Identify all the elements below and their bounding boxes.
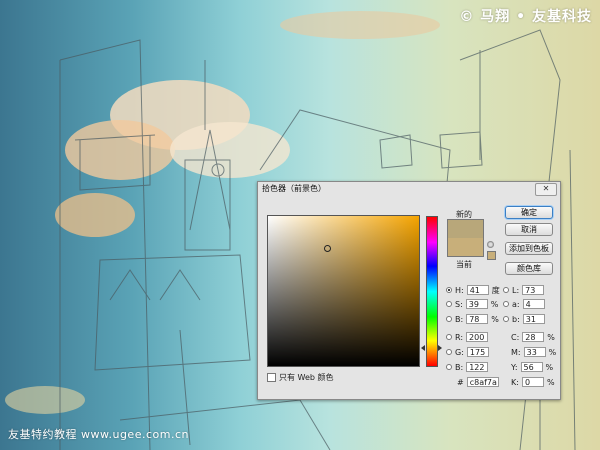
green-input[interactable]: 175: [466, 347, 489, 357]
cyan-unit: %: [547, 332, 555, 342]
blue-label: B:: [455, 362, 464, 372]
brightness-radio[interactable]: [446, 316, 452, 322]
color-preview: [447, 219, 484, 257]
black-label: K:: [511, 377, 519, 387]
brightness-row: B: 78 %: [446, 313, 499, 325]
cyan-input[interactable]: 28: [522, 332, 545, 342]
color-field-marker[interactable]: [324, 245, 331, 252]
red-label: R:: [455, 332, 464, 342]
saturation-label: S:: [455, 299, 463, 309]
lab-b-radio[interactable]: [503, 316, 509, 322]
saturation-row: S: 39 %: [446, 298, 498, 310]
hue-row: H: 41 度: [446, 284, 500, 296]
watermark-bottom: 友基特约教程 www.ugee.com.cn: [8, 428, 189, 441]
saturation-unit: %: [490, 299, 499, 309]
lab-l-radio[interactable]: [503, 287, 509, 293]
black-unit: %: [546, 377, 555, 387]
saturation-input[interactable]: 39: [465, 299, 488, 309]
blue-radio[interactable]: [446, 364, 452, 370]
brightness-input[interactable]: 78: [466, 314, 489, 324]
lab-b-input[interactable]: 31: [522, 314, 545, 324]
lab-a-radio[interactable]: [503, 301, 509, 307]
cyan-label: C:: [511, 332, 520, 342]
green-label: G:: [455, 347, 464, 357]
hex-input[interactable]: c8af7a: [466, 377, 499, 387]
lab-l-label: L:: [512, 285, 520, 295]
magenta-input[interactable]: 33: [523, 347, 546, 357]
blue-input[interactable]: 122: [466, 362, 489, 372]
yellow-input[interactable]: 56: [520, 362, 543, 372]
blue-row: B: 122: [446, 361, 491, 373]
saturation-radio[interactable]: [446, 301, 452, 307]
hue-slider-handle-left[interactable]: [421, 345, 425, 351]
lab-b-label: b:: [512, 314, 520, 324]
new-color-swatch: [448, 220, 483, 238]
web-only-option[interactable]: 只有 Web 颜色: [267, 372, 334, 383]
lab-l-input[interactable]: 73: [522, 285, 545, 295]
brightness-label: B:: [455, 314, 464, 324]
gamut-color-swatch[interactable]: [487, 251, 496, 260]
ok-button[interactable]: 确定: [505, 206, 553, 219]
green-row: G: 175: [446, 346, 492, 358]
lab-a-label: a:: [512, 299, 520, 309]
red-row: R: 200: [446, 331, 491, 343]
current-color-swatch[interactable]: [448, 238, 483, 256]
web-only-label: 只有 Web 颜色: [279, 373, 334, 382]
hex-label: #: [457, 377, 464, 387]
yellow-unit: %: [545, 362, 554, 372]
dialog-titlebar[interactable]: 拾色器（前景色） ✕: [258, 182, 560, 196]
red-input[interactable]: 200: [466, 332, 489, 342]
green-radio[interactable]: [446, 349, 452, 355]
hue-radio[interactable]: [446, 287, 452, 293]
magenta-row: M: 33 %: [511, 346, 556, 358]
cancel-button[interactable]: 取消: [505, 223, 553, 236]
lab-a-row: a: 4: [503, 298, 548, 310]
lab-b-row: b: 31: [503, 313, 548, 325]
cyan-row: C: 28 %: [511, 331, 555, 343]
gamut-warning-icon[interactable]: [487, 241, 494, 248]
hue-slider-handle-right[interactable]: [438, 345, 442, 351]
hue-input[interactable]: 41: [466, 285, 489, 295]
color-field[interactable]: [267, 215, 420, 367]
web-only-checkbox[interactable]: [267, 373, 276, 382]
magenta-label: M:: [511, 347, 521, 357]
yellow-row: Y: 56 %: [511, 361, 553, 373]
brightness-unit: %: [491, 314, 499, 324]
magenta-unit: %: [548, 347, 557, 357]
close-button[interactable]: ✕: [535, 183, 557, 196]
color-libraries-button[interactable]: 颜色库: [505, 262, 553, 275]
hue-slider[interactable]: [426, 216, 438, 367]
hex-row: # c8af7a: [457, 377, 502, 387]
color-picker-dialog: 拾色器（前景色） ✕ 只有 Web 颜色 新的 当前 确定 取消 添加到色板 颜…: [257, 181, 561, 400]
lab-l-row: L: 73: [503, 284, 547, 296]
hue-unit: 度: [491, 285, 500, 295]
black-row: K: 0 %: [511, 376, 555, 388]
add-to-swatches-button[interactable]: 添加到色板: [505, 242, 553, 255]
current-color-label: 当前: [456, 260, 472, 269]
black-input[interactable]: 0: [521, 377, 544, 387]
yellow-label: Y:: [511, 362, 518, 372]
dialog-title: 拾色器（前景色）: [262, 184, 326, 193]
hue-label: H:: [455, 285, 464, 295]
watermark-top: © 马翔 • 友基科技: [459, 9, 592, 25]
lab-a-input[interactable]: 4: [522, 299, 545, 309]
red-radio[interactable]: [446, 334, 452, 340]
